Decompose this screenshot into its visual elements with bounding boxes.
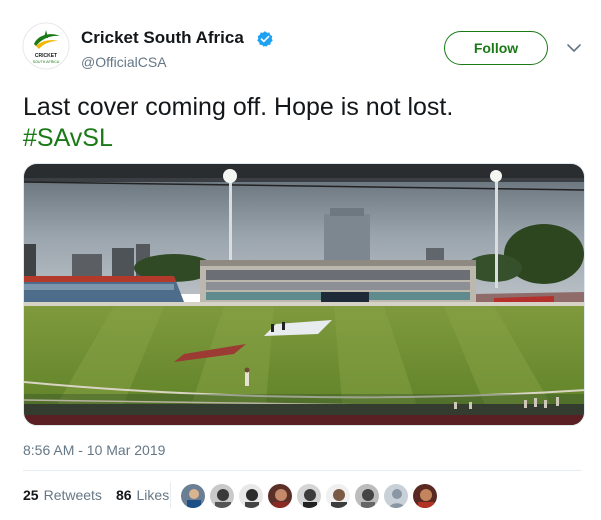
logo-text-bottom: SOUTH AFRICA — [33, 60, 60, 64]
engagement-stats: 25 Retweets 86 Likes — [23, 487, 169, 503]
likers-avatars — [180, 483, 441, 509]
liker-avatar[interactable] — [383, 483, 409, 509]
hashtag-link[interactable]: #SAvSL — [23, 123, 113, 153]
liker-avatar[interactable] — [180, 483, 206, 509]
retweets-stat[interactable]: 25 Retweets — [23, 487, 102, 503]
likes-stat[interactable]: 86 Likes — [116, 487, 169, 503]
chevron-down-icon[interactable] — [566, 42, 582, 54]
tweet-timestamp[interactable]: 8:56 AM - 10 Mar 2019 — [23, 442, 165, 458]
liker-avatar[interactable] — [354, 483, 380, 509]
liker-avatar[interactable] — [325, 483, 351, 509]
tweet-text: Last cover coming off. Hope is not lost. — [23, 93, 454, 121]
liker-avatar[interactable] — [209, 483, 235, 509]
tweet-photo[interactable] — [23, 163, 585, 426]
liker-avatar[interactable] — [296, 483, 322, 509]
likes-label: Likes — [136, 487, 170, 503]
liker-avatar[interactable] — [238, 483, 264, 509]
liker-avatar[interactable] — [412, 483, 438, 509]
logo-text-top: CRICKET — [35, 53, 57, 59]
likes-count: 86 — [115, 487, 132, 503]
stats-divider — [170, 482, 171, 508]
author-name[interactable]: Cricket South Africa — [81, 28, 244, 48]
author-avatar[interactable]: CRICKET SOUTH AFRICA — [22, 22, 70, 70]
retweets-count: 25 — [23, 487, 39, 503]
author-handle[interactable]: @OfficialCSA — [81, 54, 167, 70]
verified-badge-icon — [257, 31, 273, 47]
csa-logo-icon: CRICKET SOUTH AFRICA — [22, 22, 70, 70]
divider — [23, 470, 582, 471]
liker-avatar[interactable] — [267, 483, 293, 509]
stadium-photo — [24, 164, 584, 425]
tweet-card: CRICKET SOUTH AFRICA Cricket South Afric… — [0, 0, 601, 520]
follow-button[interactable]: Follow — [444, 31, 548, 65]
retweets-label: Retweets — [43, 487, 102, 503]
